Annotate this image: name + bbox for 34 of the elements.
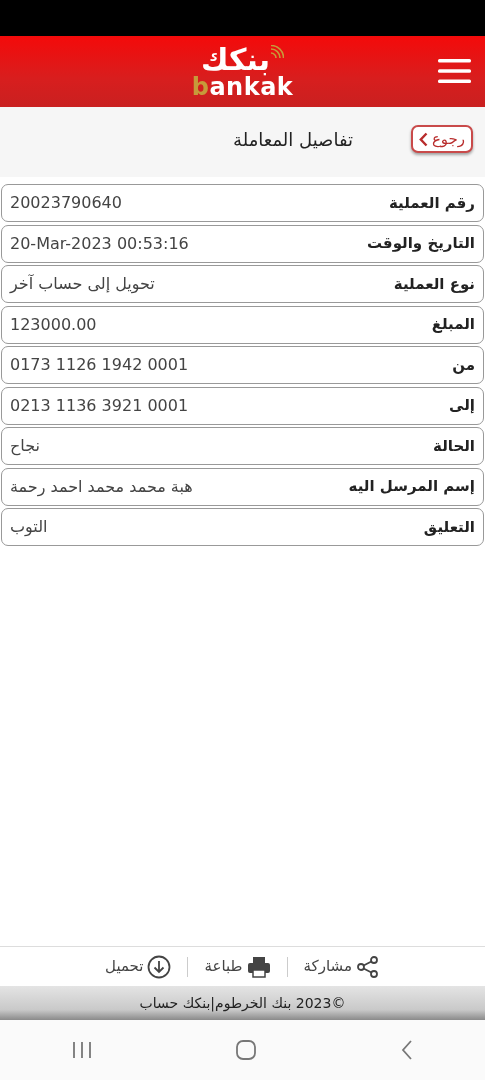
- detail-value: 20023790640: [10, 192, 122, 214]
- detail-label: التاريخ والوقت: [366, 233, 475, 255]
- detail-label: رقم العملية: [388, 192, 475, 214]
- download-icon: [147, 954, 172, 979]
- detail-label: إلى: [449, 395, 475, 417]
- detail-label: إسم المرسل اليه: [348, 476, 475, 498]
- back-icon[interactable]: [400, 1040, 413, 1060]
- share-icon: [355, 955, 380, 978]
- detail-value: هبة محمد محمد احمد رحمة: [10, 475, 193, 499]
- menu-icon[interactable]: [438, 58, 471, 84]
- detail-label: نوع العملية: [393, 273, 475, 295]
- detail-value: 123000.00: [10, 313, 97, 336]
- detail-value: 0213 1136 3921 0001: [10, 394, 189, 417]
- home-icon[interactable]: [236, 1040, 257, 1060]
- detail-value: التوب: [10, 516, 48, 538]
- detail-value: تحويل إلى حساب آخر: [10, 273, 155, 296]
- signal-icon: [269, 44, 284, 59]
- detail-value: 20-Mar-2023 00:53:16: [10, 232, 189, 255]
- detail-label: التعليق: [423, 516, 475, 538]
- detail-label: المبلغ: [431, 314, 475, 336]
- logo-arabic-text: بنكك: [201, 44, 270, 75]
- detail-value: 0173 1126 1942 0001: [10, 354, 189, 376]
- recent-apps-icon[interactable]: [72, 1041, 93, 1059]
- detail-label: الحالة: [433, 435, 475, 457]
- download-link[interactable]: تحميل: [105, 954, 172, 979]
- printer-icon: [246, 955, 271, 978]
- page-title: تفاصيل المعاملة: [233, 127, 353, 152]
- detail-value: نجاح: [10, 435, 40, 458]
- detail-label: من: [452, 354, 475, 376]
- copyright-text: ©2023 بنك الخرطوم|بنكك حساب: [139, 993, 346, 1014]
- print-link[interactable]: طباعة: [204, 955, 271, 978]
- share-link[interactable]: مشاركة: [303, 955, 380, 978]
- back-button[interactable]: رجوع: [410, 124, 474, 154]
- chevron-icon: [418, 131, 428, 147]
